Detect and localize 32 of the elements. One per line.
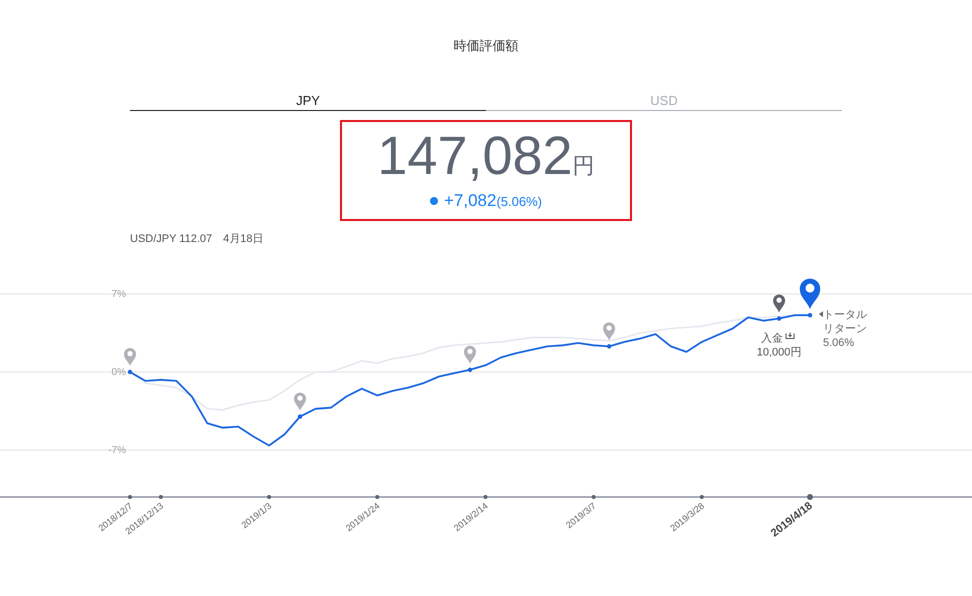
- exchange-rate-text: USD/JPY 112.07 4月18日: [130, 232, 264, 247]
- map-pin-icon[interactable]: [800, 278, 820, 310]
- date-tick-dot[interactable]: [700, 495, 704, 499]
- pointer-triangle-icon: [819, 311, 823, 318]
- date-tick-dot[interactable]: [483, 495, 488, 499]
- date-tick-dot[interactable]: [375, 495, 380, 499]
- date-tick-dot[interactable]: [267, 495, 272, 499]
- currency-unit: 円: [572, 152, 595, 180]
- currency-tab[interactable]: JPY: [130, 92, 486, 111]
- deposit-label: 入金: [761, 332, 784, 345]
- gain-percent: (5.06%): [496, 193, 542, 211]
- date-tick-dot[interactable]: [128, 495, 132, 499]
- total-return-label: トータルリターン: [823, 309, 867, 336]
- date-tick-dot[interactable]: [807, 494, 813, 500]
- date-tick-dot[interactable]: [592, 495, 596, 499]
- deposit-amount: 10,000円: [756, 346, 802, 359]
- map-pin-icon[interactable]: [773, 294, 786, 313]
- y-axis-label: 0%: [112, 367, 126, 378]
- total-return-percent: 5.06%: [823, 337, 854, 350]
- valuation-amount: 147,082: [377, 125, 573, 188]
- data-point-dot: [128, 370, 132, 374]
- date-tick-dot[interactable]: [158, 495, 163, 499]
- data-point-dot: [808, 312, 812, 318]
- gain-amount: +7,082: [444, 190, 496, 212]
- download-tray-icon: [786, 332, 795, 340]
- y-axis-label: -7%: [108, 445, 126, 456]
- data-point-dot: [606, 344, 612, 349]
- data-point-dot: [776, 316, 782, 321]
- page-title: 時価評価額: [454, 37, 518, 56]
- y-axis-label: 7%: [112, 289, 126, 300]
- data-point-dot: [298, 414, 302, 419]
- data-point-dot: [468, 368, 472, 372]
